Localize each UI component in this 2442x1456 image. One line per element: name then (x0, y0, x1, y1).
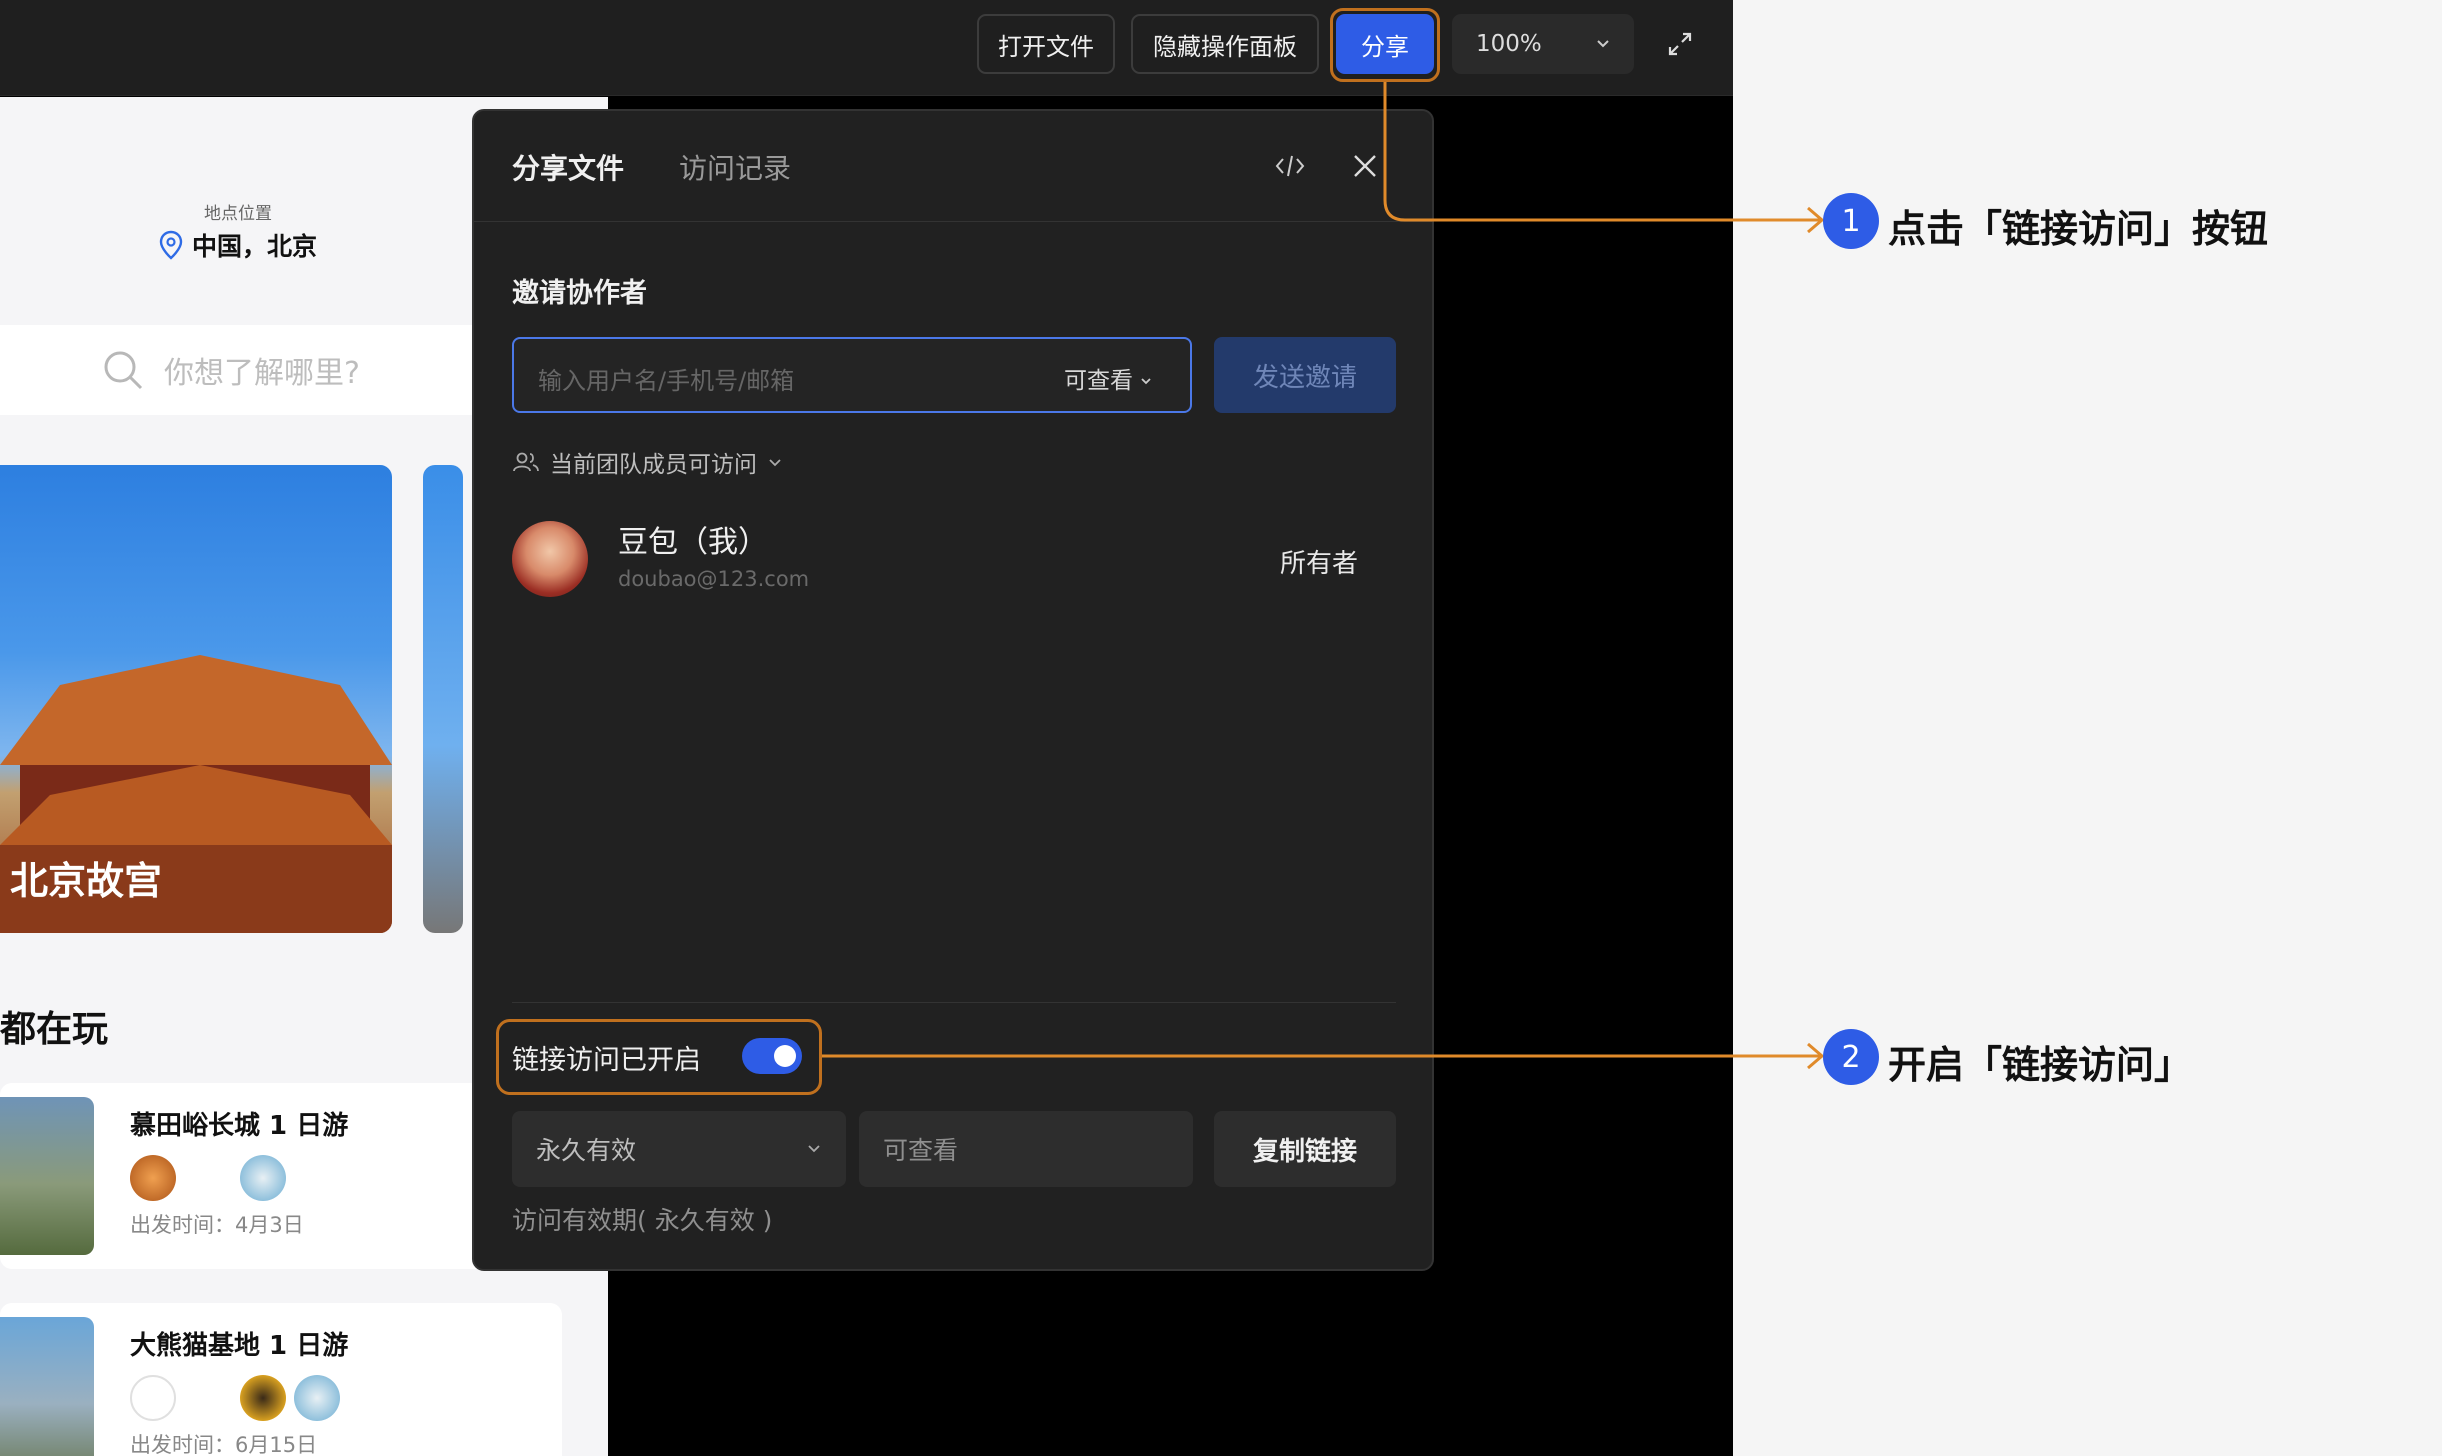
expiry-note: 访问有效期( 永久有效 ) (512, 1206, 773, 1235)
embed-code-icon[interactable] (1274, 151, 1306, 181)
trip-date: 出发时间：4月3日 (130, 1213, 304, 1237)
team-access-select[interactable]: 当前团队成员可访问 (512, 445, 783, 479)
avatar (512, 521, 588, 597)
arrowhead-icon (1807, 1042, 1825, 1070)
destination-card-next[interactable] (423, 465, 463, 933)
avatar (130, 1375, 176, 1421)
top-toolbar: 打开文件 隐藏操作面板 分享 100% (0, 0, 1733, 96)
close-icon[interactable] (1352, 153, 1378, 179)
invite-permission-value: 可查看 (1064, 368, 1133, 394)
avatar (130, 1155, 176, 1201)
invite-input[interactable]: 输入用户名/手机号/邮箱 可查看 (512, 337, 1192, 413)
share-dialog: 分享文件 访问记录 邀请协作者 输入用户名/手机号/邮箱 可查看 发送邀请 当前… (472, 109, 1434, 1271)
chevron-down-icon (808, 1145, 820, 1153)
arrowhead-icon (1807, 206, 1825, 234)
annotation-text-1: 点击「链接访问」按钮 (1888, 207, 2269, 251)
avatar (240, 1375, 286, 1421)
location-label: 地点位置 (204, 204, 272, 224)
annotation-text-2: 开启「链接访问」 (1888, 1043, 2193, 1087)
search-placeholder: 你想了解哪里? (164, 356, 360, 391)
fullscreen-icon[interactable] (1664, 28, 1696, 60)
section-title: 都在玩 (0, 1009, 109, 1050)
annotation-badge-2: 2 (1823, 1029, 1879, 1085)
open-file-button[interactable]: 打开文件 (977, 14, 1115, 74)
hide-panel-button[interactable]: 隐藏操作面板 (1131, 14, 1319, 74)
owner-email: doubao@123.com (618, 567, 810, 591)
link-access-highlight (496, 1019, 822, 1095)
divider (512, 1002, 1396, 1003)
location-row[interactable]: 中国，北京 (158, 227, 317, 263)
chevron-down-icon (1141, 378, 1151, 385)
zoom-select[interactable]: 100% (1452, 14, 1634, 74)
destination-card[interactable]: 北京故宫 (0, 465, 392, 933)
card-title: 北京故宫 (10, 859, 163, 903)
location-pin-icon (159, 230, 183, 260)
trip-title: 慕田峪长城 1 日游 (130, 1111, 349, 1141)
divider (474, 221, 1432, 222)
invite-placeholder: 输入用户名/手机号/邮箱 (538, 367, 795, 395)
annotation-badge-1: 1 (1823, 193, 1879, 249)
send-invite-button[interactable]: 发送邀请 (1214, 337, 1396, 413)
team-users-icon (513, 452, 539, 472)
tab-share-file[interactable]: 分享文件 (512, 147, 624, 187)
copy-link-button[interactable]: 复制链接 (1214, 1111, 1396, 1187)
app-window: 打开文件 隐藏操作面板 分享 100% 地点位置 中国，北京 你想了解哪里? 北… (0, 0, 1733, 1456)
search-icon (104, 351, 143, 390)
expiry-select[interactable]: 永久有效 (512, 1111, 846, 1187)
trip-image (0, 1317, 94, 1456)
share-button-highlight (1330, 8, 1440, 82)
link-permission-field[interactable]: 可查看 (859, 1111, 1193, 1187)
avatar (240, 1155, 286, 1201)
owner-name: 豆包（我） (618, 525, 768, 560)
trip-title: 大熊猫基地 1 日游 (130, 1331, 349, 1361)
expiry-value: 永久有效 (536, 1136, 637, 1165)
invite-title: 邀请协作者 (512, 278, 647, 309)
trip-card[interactable]: 大熊猫基地 1 日游 出发时间：6月15日 (0, 1303, 562, 1456)
owner-role: 所有者 (1280, 549, 1359, 579)
chevron-down-icon (769, 459, 781, 467)
avatar (294, 1375, 340, 1421)
zoom-value: 100% (1476, 31, 1542, 57)
location-text: 中国，北京 (192, 232, 318, 261)
trip-image (0, 1097, 94, 1255)
tab-access-history[interactable]: 访问记录 (679, 147, 791, 187)
chevron-down-icon (1597, 40, 1609, 48)
invite-permission-select[interactable]: 可查看 (1064, 361, 1153, 395)
trip-date: 出发时间：6月15日 (130, 1433, 318, 1456)
team-access-text: 当前团队成员可访问 (550, 452, 757, 478)
